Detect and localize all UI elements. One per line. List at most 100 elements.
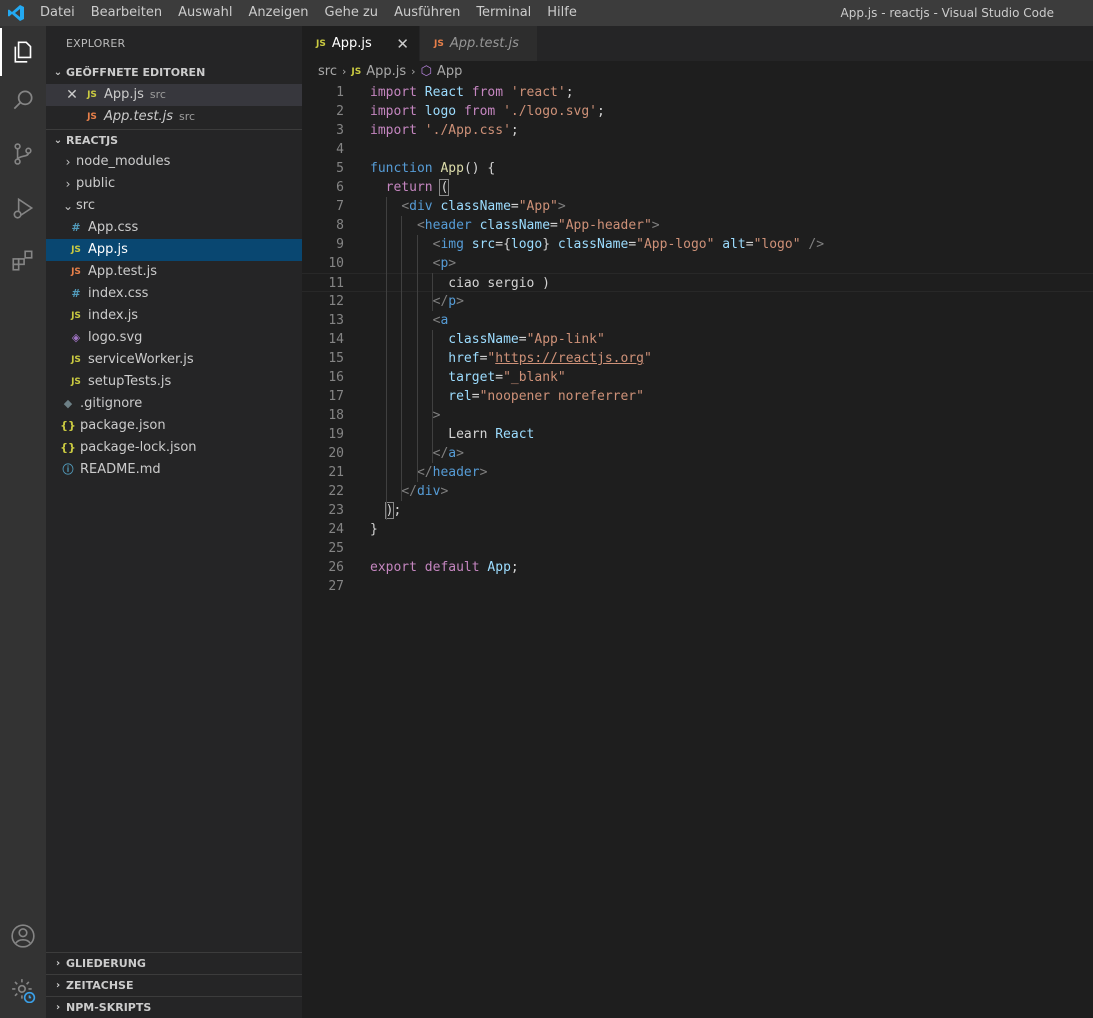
code-line[interactable]: 8 <header className="App-header"> bbox=[302, 216, 1093, 235]
tree-file-logo-svg[interactable]: ◈ logo.svg bbox=[46, 327, 302, 349]
breadcrumb-file[interactable]: App.js bbox=[366, 61, 406, 83]
tree-file-package-json[interactable]: {} package.json bbox=[46, 415, 302, 437]
code-line[interactable]: 10 <p> bbox=[302, 254, 1093, 273]
code-line[interactable]: 22 </div> bbox=[302, 482, 1093, 501]
code-line[interactable]: 4 bbox=[302, 140, 1093, 159]
code-line[interactable]: 11 ciao sergio ) bbox=[302, 273, 1093, 292]
extensions-icon[interactable] bbox=[0, 236, 46, 284]
run-debug-icon[interactable] bbox=[0, 184, 46, 232]
code-line[interactable]: 5 function App() { bbox=[302, 159, 1093, 178]
tree-file-index-js[interactable]: JS index.js bbox=[46, 305, 302, 327]
menu-terminal[interactable]: Terminal bbox=[468, 0, 539, 26]
code-line[interactable]: 16 target="_blank" bbox=[302, 368, 1093, 387]
tab-app-js[interactable]: JS App.js ✕ bbox=[302, 26, 420, 61]
tree-file-index-css[interactable]: # index.css bbox=[46, 283, 302, 305]
js-file-icon: JS bbox=[71, 377, 81, 387]
code-line[interactable]: 9 <img src={logo} className="App-logo" a… bbox=[302, 235, 1093, 254]
menu-gehe-zu[interactable]: Gehe zu bbox=[317, 0, 387, 26]
project-header[interactable]: ⌄ REACTJS bbox=[46, 129, 302, 151]
code-line[interactable]: 7 <div className="App"> bbox=[302, 197, 1093, 216]
code-text: <p> bbox=[432, 256, 457, 271]
code-line[interactable]: 2 import logo from './logo.svg'; bbox=[302, 102, 1093, 121]
open-editor-app-test-js[interactable]: JS App.test.js src bbox=[46, 106, 302, 128]
window-title: App.js - reactjs - Visual Studio Code bbox=[840, 6, 1054, 20]
code-text: } bbox=[370, 522, 378, 537]
close-icon[interactable]: ✕ bbox=[396, 35, 409, 53]
npm-scripts-label: NPM-SKRIPTS bbox=[66, 1000, 152, 1014]
menu-auswahl[interactable]: Auswahl bbox=[170, 0, 240, 26]
source-control-icon[interactable] bbox=[0, 130, 46, 178]
code-line[interactable]: 17 rel="noopener noreferrer" bbox=[302, 387, 1093, 406]
code-line[interactable]: 21 </header> bbox=[302, 463, 1093, 482]
code-line[interactable]: 15 href="https://reactjs.org" bbox=[302, 349, 1093, 368]
tree-file-app-test-js[interactable]: JS App.test.js bbox=[46, 261, 302, 283]
code-line[interactable]: 12 </p> bbox=[302, 292, 1093, 311]
chevron-right-icon: › bbox=[55, 979, 61, 991]
tree-folder-node-modules[interactable]: › node_modules bbox=[46, 151, 302, 173]
css-file-icon: # bbox=[71, 287, 81, 300]
menu-anzeigen[interactable]: Anzeigen bbox=[240, 0, 316, 26]
line-number: 19 bbox=[328, 427, 344, 442]
indent-guide bbox=[432, 273, 434, 311]
manage-gear-icon[interactable] bbox=[0, 966, 46, 1014]
open-editor-label: App.test.js bbox=[104, 109, 174, 124]
tree-label: README.md bbox=[80, 462, 161, 477]
editor-area: JS App.js ✕ JS App.test.js src › JS App.… bbox=[302, 26, 1093, 1018]
code-line[interactable]: 23 ); bbox=[302, 501, 1093, 520]
breadcrumb-folder[interactable]: src bbox=[318, 61, 337, 83]
code-editor[interactable]: 1 import React from 'react'; 2 import logo … bbox=[302, 83, 1093, 596]
tree-file-package-lock-json[interactable]: {} package-lock.json bbox=[46, 437, 302, 459]
menu-hilfe[interactable]: Hilfe bbox=[539, 0, 585, 26]
tree-folder-src[interactable]: ⌄ src bbox=[46, 195, 302, 217]
code-line[interactable]: 20 </a> bbox=[302, 444, 1093, 463]
line-number: 6 bbox=[336, 180, 344, 195]
tab-app-test-js[interactable]: JS App.test.js bbox=[420, 26, 538, 61]
code-text: function App() { bbox=[370, 161, 496, 176]
open-editors-header[interactable]: ⌄ GEÖFFNETE EDITOREN bbox=[46, 62, 302, 84]
code-line[interactable]: 24} bbox=[302, 520, 1093, 539]
tree-file-setuptests-js[interactable]: JS setupTests.js bbox=[46, 371, 302, 393]
npm-scripts-header[interactable]: › NPM-SKRIPTS bbox=[46, 996, 302, 1018]
code-line[interactable]: 13 <a bbox=[302, 311, 1093, 330]
menu-bearbeiten[interactable]: Bearbeiten bbox=[83, 0, 170, 26]
timeline-header[interactable]: › ZEITACHSE bbox=[46, 974, 302, 996]
code-line[interactable]: 27 bbox=[302, 577, 1093, 596]
code-line[interactable]: 18 > bbox=[302, 406, 1093, 425]
chevron-right-icon: › bbox=[65, 177, 71, 191]
close-icon[interactable]: ✕ bbox=[64, 84, 80, 106]
tree-folder-public[interactable]: › public bbox=[46, 173, 302, 195]
breadcrumb-symbol[interactable]: App bbox=[437, 61, 462, 83]
line-number: 27 bbox=[328, 579, 344, 594]
tree-file-app-js[interactable]: JS App.js bbox=[46, 239, 302, 261]
line-number: 1 bbox=[336, 85, 344, 100]
tree-label: App.js bbox=[88, 242, 128, 257]
code-text: return ( bbox=[385, 179, 450, 196]
explorer-icon[interactable] bbox=[0, 28, 46, 76]
code-line[interactable]: 19 Learn React bbox=[302, 425, 1093, 444]
js-test-file-icon: JS bbox=[71, 267, 81, 277]
indent-guide bbox=[432, 330, 434, 463]
line-number: 11 bbox=[328, 276, 344, 291]
menu-ausfuehren[interactable]: Ausführen bbox=[386, 0, 468, 26]
line-number: 9 bbox=[336, 237, 344, 252]
code-line[interactable]: 26 export default App; bbox=[302, 558, 1093, 577]
account-icon[interactable] bbox=[0, 912, 46, 960]
code-line[interactable]: 3 import './App.css'; bbox=[302, 121, 1093, 140]
menu-datei[interactable]: Datei bbox=[32, 0, 83, 26]
tree-file-readme-md[interactable]: ⓘ README.md bbox=[46, 459, 302, 481]
outline-header[interactable]: › GLIEDERUNG bbox=[46, 952, 302, 974]
code-line[interactable]: 14 className="App-link" bbox=[302, 330, 1093, 349]
chevron-down-icon: ⌄ bbox=[62, 199, 74, 213]
code-line[interactable]: 1 import React from 'react'; bbox=[302, 83, 1093, 102]
tree-file-app-css[interactable]: # App.css bbox=[46, 217, 302, 239]
project-label: REACTJS bbox=[66, 133, 119, 147]
tree-file-serviceworker-js[interactable]: JS serviceWorker.js bbox=[46, 349, 302, 371]
indent-guide bbox=[401, 216, 403, 501]
code-text: target="_blank" bbox=[448, 370, 566, 385]
tab-label: App.js bbox=[331, 36, 372, 51]
tree-file-gitignore[interactable]: ◆ .gitignore bbox=[46, 393, 302, 415]
code-line[interactable]: 25 bbox=[302, 539, 1093, 558]
open-editor-app-js[interactable]: ✕ JS App.js src bbox=[46, 84, 302, 106]
code-line[interactable]: 6 return ( bbox=[302, 178, 1093, 197]
search-icon[interactable] bbox=[0, 76, 46, 124]
